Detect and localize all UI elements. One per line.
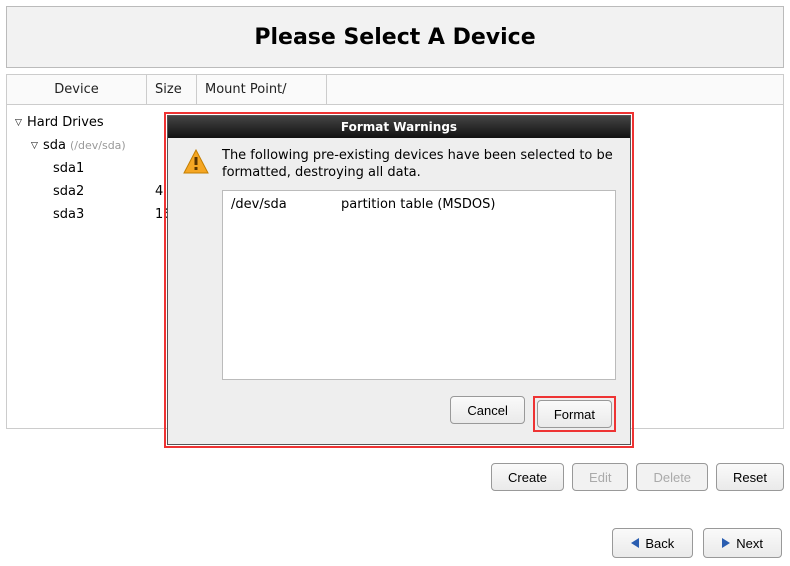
back-label: Back xyxy=(645,536,674,551)
list-device: /dev/sda xyxy=(231,197,341,212)
back-button[interactable]: Back xyxy=(612,528,693,558)
warning-icon xyxy=(182,148,212,380)
format-button[interactable]: Format xyxy=(537,400,612,428)
page-title: Please Select A Device xyxy=(254,25,535,50)
tree-root-label: Hard Drives xyxy=(27,115,104,130)
arrow-left-icon xyxy=(631,536,639,551)
expand-icon[interactable]: ▽ xyxy=(15,118,27,128)
list-desc: partition table (MSDOS) xyxy=(341,197,495,212)
tree-disk-label: sda xyxy=(43,138,66,153)
next-button[interactable]: Next xyxy=(703,528,782,558)
title-panel: Please Select A Device xyxy=(6,6,784,68)
col-mount[interactable]: Mount Point/ xyxy=(197,75,327,104)
format-warnings-dialog: Format Warnings The following pre-existi… xyxy=(167,115,631,445)
tree-part-label: sda1 xyxy=(53,161,84,176)
format-device-list[interactable]: /dev/sda partition table (MSDOS) xyxy=(222,190,616,380)
create-button[interactable]: Create xyxy=(491,463,564,491)
col-device[interactable]: Device xyxy=(7,75,147,104)
delete-button: Delete xyxy=(636,463,708,491)
dialog-content: The following pre-existing devices have … xyxy=(222,148,616,380)
dialog-body: The following pre-existing devices have … xyxy=(168,138,630,386)
format-highlight: Format xyxy=(533,396,616,432)
dialog-buttons: Cancel Format xyxy=(168,386,630,444)
expand-icon[interactable]: ▽ xyxy=(31,141,43,151)
tree-part-size: 4 xyxy=(155,184,163,199)
tree-disk-path: (/dev/sda) xyxy=(70,139,126,152)
edit-button: Edit xyxy=(572,463,628,491)
dialog-message: The following pre-existing devices have … xyxy=(222,148,616,182)
dialog-titlebar[interactable]: Format Warnings xyxy=(168,116,630,138)
cancel-button[interactable]: Cancel xyxy=(450,396,524,424)
table-header: Device Size Mount Point/ xyxy=(7,75,783,105)
next-label: Next xyxy=(736,536,763,551)
reset-button[interactable]: Reset xyxy=(716,463,784,491)
col-size[interactable]: Size xyxy=(147,75,197,104)
nav-bar: Back Next xyxy=(612,528,782,558)
list-item[interactable]: /dev/sda partition table (MSDOS) xyxy=(231,197,607,212)
tree-part-label: sda2 xyxy=(53,184,84,199)
action-bar: Create Edit Delete Reset xyxy=(491,463,784,491)
arrow-right-icon xyxy=(722,536,730,551)
tree-part-label: sda3 xyxy=(53,207,84,222)
